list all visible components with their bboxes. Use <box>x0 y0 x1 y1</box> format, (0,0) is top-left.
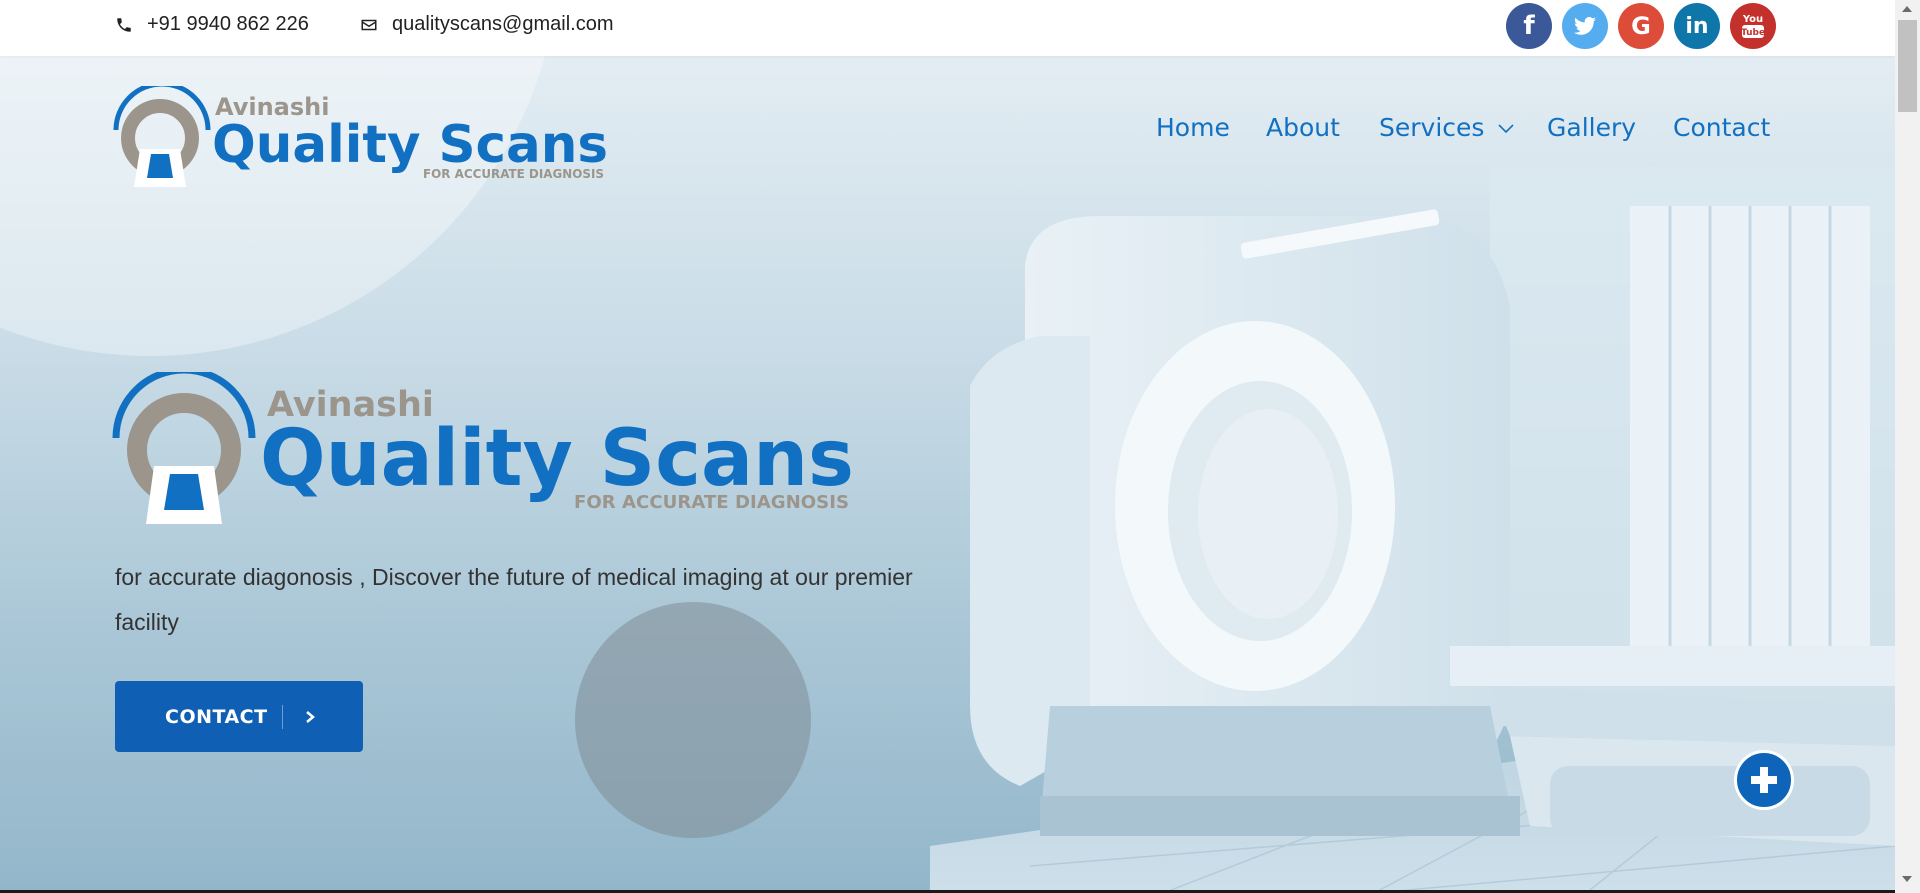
hero-logo-line2: Quality Scans <box>260 414 854 504</box>
google-button[interactable]: G <box>1618 3 1664 49</box>
nav-gallery[interactable]: Gallery <box>1547 113 1636 142</box>
hero-contact-label: CONTACT <box>165 705 268 728</box>
nav-contact[interactable]: Contact <box>1673 113 1770 142</box>
nav-home[interactable]: Home <box>1156 113 1230 142</box>
nav-about[interactable]: About <box>1266 113 1340 142</box>
google-icon: G <box>1631 12 1651 40</box>
vertical-scrollbar[interactable] <box>1895 0 1920 893</box>
facebook-icon: f <box>1523 11 1535 41</box>
envelope-icon <box>361 19 377 30</box>
hero-description: for accurate diagonosis , Discover the f… <box>115 564 913 635</box>
email-address: qualityscans@gmail.com <box>392 13 614 35</box>
scrollbar-thumb[interactable] <box>1898 20 1917 112</box>
twitter-icon <box>1574 17 1596 35</box>
twitter-button[interactable] <box>1562 3 1608 49</box>
linkedin-button[interactable]: in <box>1674 3 1720 49</box>
svg-text:You: You <box>1742 14 1763 25</box>
logo-mark <box>113 86 211 187</box>
phone-icon <box>117 17 131 32</box>
header-logo-line2: Quality Scans <box>212 115 608 175</box>
youtube-icon: You Tube <box>1741 14 1765 38</box>
scroll-up-arrow-icon[interactable] <box>1902 6 1912 12</box>
youtube-button[interactable]: You Tube <box>1730 3 1776 49</box>
scroll-down-arrow-icon[interactable] <box>1902 876 1912 882</box>
header-logo[interactable]: Avinashi Quality Scans FOR ACCURATE DIAG… <box>112 86 612 191</box>
hero-logo-mark <box>112 372 256 524</box>
chevron-down-icon <box>1498 124 1514 134</box>
hero-logo-tagline: FOR ACCURATE DIAGNOSIS <box>574 492 849 513</box>
hero-logo: Avinashi Quality Scans FOR ACCURATE DIAG… <box>112 372 854 524</box>
facebook-button[interactable]: f <box>1506 3 1552 49</box>
svg-text:Tube: Tube <box>1741 28 1765 38</box>
phone-contact[interactable]: +91 9940 862 226 <box>115 13 309 36</box>
top-bar: +91 9940 862 226 qualityscans@gmail.com … <box>0 0 1895 56</box>
nav-services-label: Services <box>1379 113 1485 142</box>
phone-number: +91 9940 862 226 <box>147 13 309 35</box>
floating-plus-button[interactable] <box>1734 750 1794 810</box>
header-logo-tagline: FOR ACCURATE DIAGNOSIS <box>423 167 604 181</box>
button-separator <box>281 704 283 729</box>
chevron-right-icon <box>305 710 315 723</box>
email-contact[interactable]: qualityscans@gmail.com <box>360 13 614 36</box>
nav-services[interactable]: Services <box>1379 113 1514 142</box>
plus-icon <box>1751 767 1777 793</box>
linkedin-icon: in <box>1685 13 1709 39</box>
hero-contact-button[interactable]: CONTACT <box>115 681 363 752</box>
